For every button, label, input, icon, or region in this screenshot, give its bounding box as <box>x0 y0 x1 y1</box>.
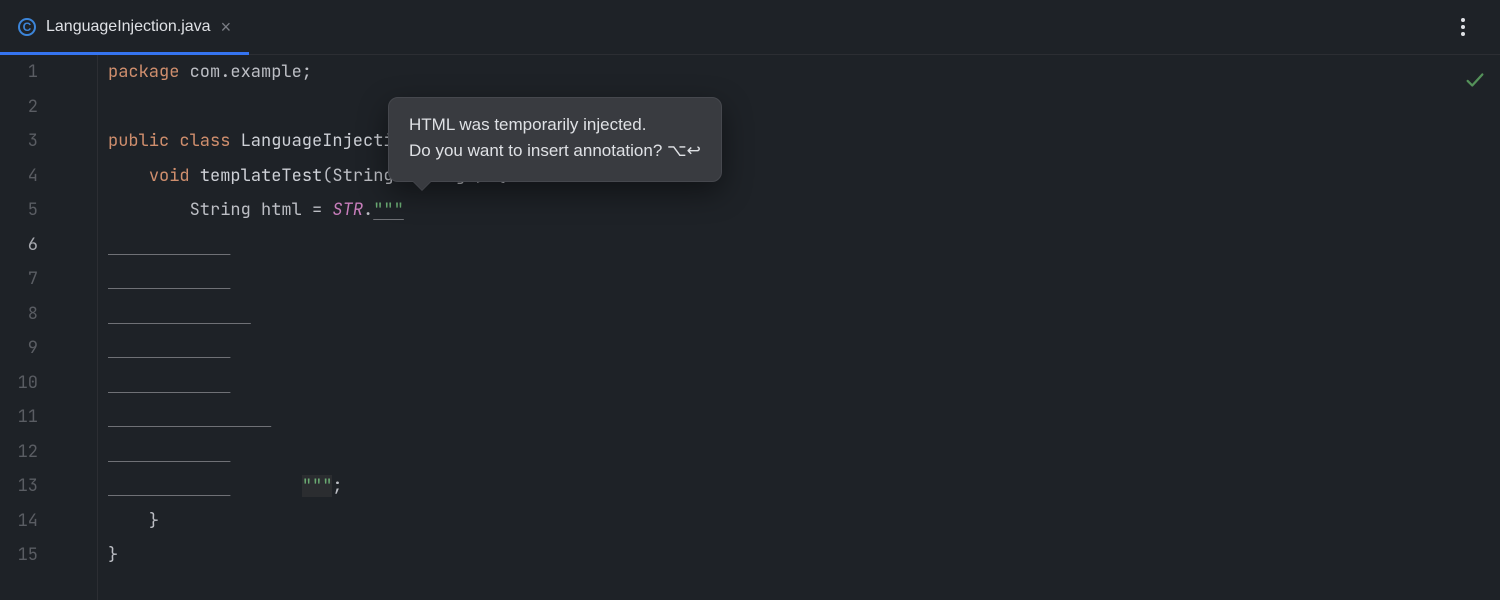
code-line[interactable]: void templateTest(String message) { <box>98 159 1500 194</box>
code-line[interactable]: </html>"""; <box>98 469 1500 504</box>
line-number: 13 <box>0 475 98 497</box>
code-line[interactable]: <body> <box>98 366 1500 401</box>
line-number: 11 <box>0 406 98 428</box>
code-line[interactable]: public class LanguageInjection { <box>98 124 1500 159</box>
code-line[interactable]: } <box>98 504 1500 539</box>
code-line[interactable]: </body> <box>98 435 1500 470</box>
code-line[interactable]: package com.example; <box>98 55 1500 90</box>
code-line[interactable]: </head> <box>98 331 1500 366</box>
line-number: 5 <box>0 199 98 221</box>
keyboard-shortcut: ⌥↩ <box>667 141 701 160</box>
line-number: 9 <box>0 337 98 359</box>
code-line[interactable]: <h1>\{message}</h1> <box>98 400 1500 435</box>
line-number: 15 <box>0 544 98 566</box>
class-file-icon: C <box>18 18 36 36</box>
code-line[interactable]: <head> <box>98 262 1500 297</box>
code-line[interactable] <box>98 90 1500 125</box>
line-number: 10 <box>0 372 98 394</box>
line-number: 12 <box>0 441 98 463</box>
line-number: 6 <box>0 234 98 256</box>
tab-title: LanguageInjection.java <box>46 18 211 36</box>
tooltip-line2: Do you want to insert annotation? ⌥↩ <box>409 138 701 164</box>
editor-tab[interactable]: C LanguageInjection.java × <box>0 0 249 54</box>
line-number: 4 <box>0 165 98 187</box>
line-number: 14 <box>0 510 98 532</box>
injection-hint-tooltip[interactable]: HTML was temporarily injected. Do you wa… <box>388 97 722 182</box>
line-number: 2 <box>0 96 98 118</box>
code-line[interactable]: <html lang="en"> <box>98 228 1500 263</box>
line-number: 3 <box>0 130 98 152</box>
code-line[interactable]: } <box>98 538 1500 573</box>
code-line[interactable]: <title>My Web Page</title> <box>98 297 1500 332</box>
tab-bar: C LanguageInjection.java × <box>0 0 1500 55</box>
line-number: 1 <box>0 61 98 83</box>
close-icon[interactable]: × <box>221 17 232 38</box>
kebab-menu-icon[interactable] <box>1448 12 1478 42</box>
code-editor[interactable]: HTML was temporarily injected. Do you wa… <box>0 55 1500 600</box>
line-number: 8 <box>0 303 98 325</box>
code-line[interactable]: String html = STR.""" <box>98 193 1500 228</box>
line-number: 7 <box>0 268 98 290</box>
tooltip-line1: HTML was temporarily injected. <box>409 112 701 138</box>
